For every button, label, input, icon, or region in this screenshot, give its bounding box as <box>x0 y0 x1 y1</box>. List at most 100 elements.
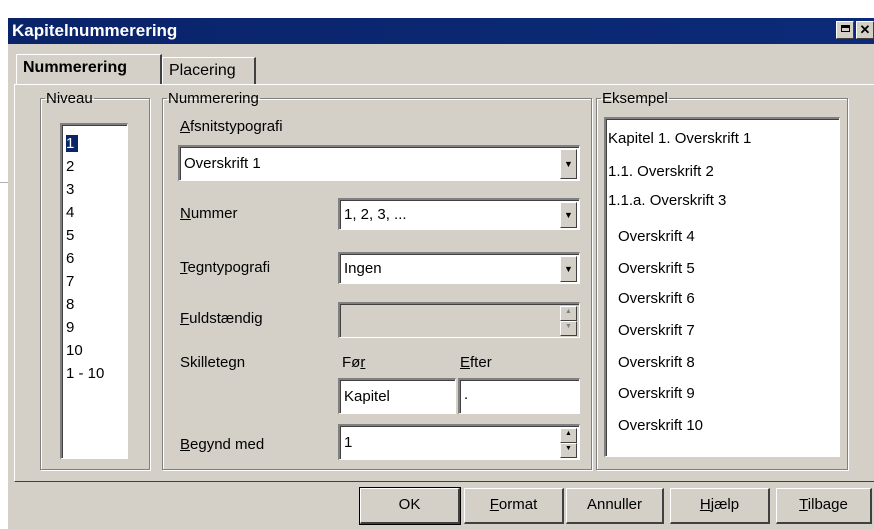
nummer-label: Nummer <box>180 205 238 222</box>
begynd-med-spinner[interactable]: 1 ▲ ▼ <box>338 424 580 460</box>
nummerering-legend: Nummerering <box>168 90 259 107</box>
hjaelp-button[interactable]: Hjælp <box>670 488 770 524</box>
accelerator-char: T <box>799 496 808 513</box>
chevron-down-icon: ▼ <box>564 159 573 169</box>
preview-line: Overskrift 9 <box>618 385 695 402</box>
ok-button[interactable]: OK <box>359 487 461 525</box>
button-label: OK <box>398 496 421 513</box>
list-item[interactable]: 4 <box>66 204 74 221</box>
spin-up-button[interactable]: ▲ <box>560 306 577 321</box>
dropdown-value: 1, 2, 3, ... <box>344 206 407 223</box>
niveau-legend: Niveau <box>46 90 93 107</box>
list-item[interactable]: 3 <box>66 181 74 198</box>
list-item[interactable]: 9 <box>66 319 74 336</box>
arrow-up-icon: ▲ <box>565 308 572 315</box>
tab-placering[interactable]: Placering <box>162 57 256 85</box>
chevron-down-icon: ▼ <box>564 264 573 274</box>
input-value: Kapitel <box>344 388 390 405</box>
close-icon: ✕ <box>859 22 871 37</box>
background-strip <box>0 0 8 529</box>
list-item[interactable]: 2 <box>66 158 74 175</box>
accelerator-char: B <box>180 436 191 453</box>
label-text: fter <box>470 354 492 371</box>
preview-line: Overskrift 10 <box>618 417 704 434</box>
arrow-down-icon: ▼ <box>565 445 572 452</box>
button-label: jælp <box>710 496 740 513</box>
label-text: uldstændig <box>189 310 263 327</box>
label-text: egntypografi <box>187 259 271 276</box>
button-label: ilbage <box>807 496 848 513</box>
afsnitstypografi-dropdown[interactable]: Overskrift 1 ▼ <box>178 145 580 181</box>
tab-label: Nummerering <box>23 59 128 76</box>
close-button[interactable]: ✕ <box>856 21 874 39</box>
nummer-dropdown[interactable]: 1, 2, 3, ... ▼ <box>338 198 580 230</box>
foer-input[interactable]: Kapitel <box>338 378 456 414</box>
tegntypografi-label: Tegntypografi <box>180 259 270 276</box>
efter-label: Efter <box>460 354 492 371</box>
maximize-icon <box>840 25 850 32</box>
title-bar: Kapitelnummerering ✕ <box>8 18 874 44</box>
label-text: fsnitstypografi <box>190 118 283 135</box>
preview-line: Kapitel 1. Overskrift 1 <box>608 130 752 147</box>
accelerator-char: A <box>180 118 191 135</box>
preview-line: Overskrift 4 <box>618 228 695 245</box>
accelerator-char: F <box>489 496 499 513</box>
begynd-med-label: Begynd med <box>180 436 264 453</box>
accelerator-char: H <box>699 496 711 513</box>
foer-label: Før <box>342 354 365 371</box>
dropdown-value: Ingen <box>344 260 382 277</box>
accelerator-char: N <box>180 205 191 222</box>
maximize-button[interactable] <box>836 21 854 39</box>
input-value: . <box>464 386 469 403</box>
preview-line: 1.1.a. Overskrift 3 <box>608 192 727 209</box>
dropdown-button[interactable]: ▼ <box>560 202 577 228</box>
label-text: egynd med <box>190 436 265 453</box>
list-item[interactable]: 5 <box>66 227 74 244</box>
background-divider <box>0 182 8 183</box>
tegntypografi-dropdown[interactable]: Ingen ▼ <box>338 252 580 284</box>
button-label: Annuller <box>586 496 643 513</box>
preview-line: Overskrift 6 <box>618 290 695 307</box>
eksempel-legend: Eksempel <box>602 90 668 107</box>
niveau-list[interactable]: 1 2 3 4 5 6 7 8 9 10 1 - 10 <box>60 123 128 459</box>
preview-line: 1.1. Overskrift 2 <box>608 163 714 180</box>
tab-label: Placering <box>169 62 236 79</box>
arrow-down-icon: ▼ <box>565 323 572 330</box>
window-title: Kapitelnummerering <box>12 21 178 40</box>
spin-down-button[interactable]: ▼ <box>560 321 577 336</box>
dropdown-value: Overskrift 1 <box>184 155 261 172</box>
chevron-down-icon: ▼ <box>564 210 573 220</box>
afsnitstypografi-label: Afsnitstypografi <box>180 118 283 135</box>
tab-nummerering[interactable]: Nummerering <box>16 54 162 84</box>
accelerator-char: r <box>360 354 366 371</box>
spinner-value: 1 <box>344 434 353 451</box>
list-item[interactable]: 8 <box>66 296 74 313</box>
eksempel-preview: Kapitel 1. Overskrift 1 1.1. Overskrift … <box>604 117 840 457</box>
arrow-up-icon: ▲ <box>565 430 572 437</box>
accelerator-char: F <box>180 310 190 327</box>
efter-input[interactable]: . <box>458 378 580 414</box>
preview-line: Overskrift 5 <box>618 260 695 277</box>
format-button[interactable]: Format <box>464 488 564 524</box>
skilletegn-label: Skilletegn <box>180 354 246 371</box>
tilbage-button[interactable]: Tilbage <box>776 488 872 524</box>
preview-line: Overskrift 7 <box>618 322 695 339</box>
accelerator-char: E <box>460 354 471 371</box>
list-item[interactable]: 6 <box>66 250 74 267</box>
fuldstaendig-spinner[interactable]: ▲ ▼ <box>338 302 580 338</box>
preview-line: Overskrift 8 <box>618 354 695 371</box>
list-item[interactable]: 10 <box>66 342 83 359</box>
list-item[interactable]: 1 <box>64 134 80 153</box>
list-item[interactable]: 7 <box>66 273 74 290</box>
button-label: ormat <box>498 496 538 513</box>
fuldstaendig-label: Fuldstændig <box>180 310 263 327</box>
label-text: Fø <box>342 354 361 371</box>
spin-down-button[interactable]: ▼ <box>560 443 577 458</box>
label-text: ummer <box>190 205 238 222</box>
list-item[interactable]: 1 - 10 <box>66 365 104 382</box>
spin-up-button[interactable]: ▲ <box>560 428 577 443</box>
dropdown-button[interactable]: ▼ <box>560 256 577 282</box>
annuller-button[interactable]: Annuller <box>566 488 664 524</box>
accelerator-char: T <box>180 259 188 276</box>
dropdown-button[interactable]: ▼ <box>560 149 577 179</box>
